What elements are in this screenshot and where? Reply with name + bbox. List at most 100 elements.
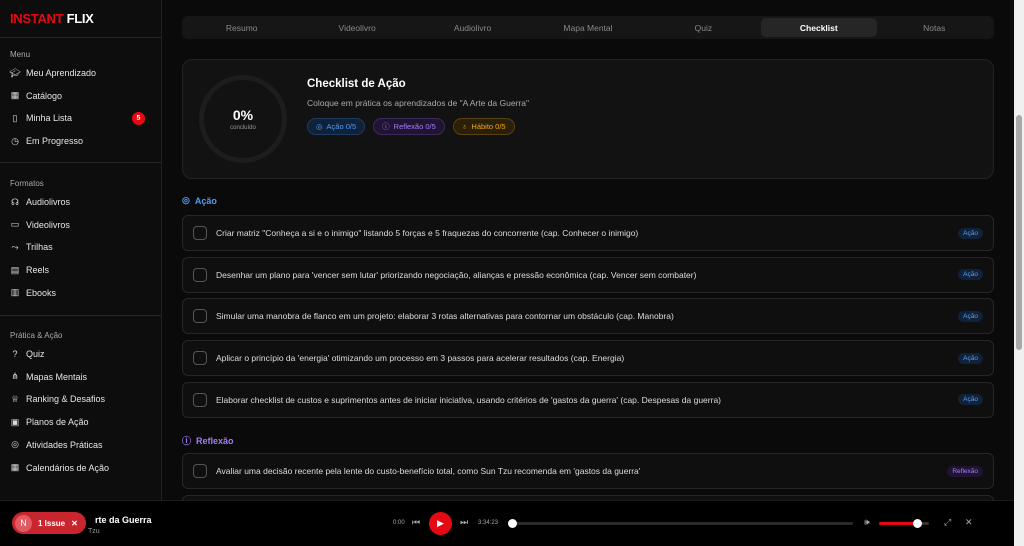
book-icon: ▥ <box>10 287 20 298</box>
sidebar-item-meu-aprendizado[interactable]: 🎓︎ Meu Aprendizado <box>9 64 155 82</box>
checklist-item[interactable]: Simular uma manobra de flanco em um proj… <box>182 298 994 335</box>
sidebar-item-reels[interactable]: ▤ Reels <box>10 261 155 279</box>
tab-audiolivro[interactable]: Audiolivro <box>415 18 530 37</box>
sidebar-item-ranking-desafios[interactable]: ♕ Ranking & Desafios <box>10 390 155 408</box>
sidebar-item-atividades-pr-ticas[interactable]: ◎ Atividades Práticas <box>10 436 155 454</box>
category-tag: Ação <box>958 352 983 364</box>
item-text: Desenhar um plano para 'vencer sem lutar… <box>216 269 697 280</box>
checklist-item[interactable]: Criar matriz "Conheça a si e o inimigo" … <box>182 215 994 251</box>
duration: 3:34:23 <box>478 520 499 526</box>
scrollbar-thumb[interactable] <box>1016 115 1022 350</box>
calendar-icon: ▦ <box>10 462 20 472</box>
tab-checklist[interactable]: Checklist <box>761 18 877 37</box>
checklist-item[interactable]: Desenhar um plano para 'vencer sem lutar… <box>182 256 994 293</box>
checklist-item[interactable]: Aplicar o princípio da 'energia' otimiza… <box>182 340 994 377</box>
category-tag: Reflexão <box>947 465 983 477</box>
item-text: Avaliar uma decisão recente pela lente d… <box>216 466 641 476</box>
target-icon: ◎ <box>11 439 19 450</box>
trophy-icon: ♕ <box>10 393 20 404</box>
page-title: Checklist de Ação <box>307 78 406 90</box>
sidebar-item-em-progresso[interactable]: ◷ Em Progresso <box>10 132 155 150</box>
volume-slider[interactable] <box>879 519 929 528</box>
skip-back-icon[interactable]: ⏮ <box>412 517 420 528</box>
tab-resumo[interactable]: Resumo <box>184 18 299 37</box>
page-subtitle: Coloque em prática os aprendizados de "A… <box>307 98 529 108</box>
reflexao-count-chip: ⓘ Reflexão 0/5 <box>373 118 445 135</box>
checkbox[interactable] <box>193 464 207 478</box>
sidebar-item-audiolivros[interactable]: ☊ Audiolivros <box>10 193 155 211</box>
brain-icon: ⓘ <box>382 122 390 131</box>
bookmark-icon: ▯ <box>12 112 18 123</box>
progress-knob[interactable] <box>508 519 517 528</box>
tab-bar: Resumo Videolivro Audiolivro Mapa Mental Qui… <box>182 16 994 39</box>
sidebar-section-title: Formatos <box>10 179 44 188</box>
sidebar-section-title: Prática & Ação <box>10 331 63 340</box>
headphones-icon: ☊ <box>11 196 19 207</box>
sidebar-item-minha-lista[interactable]: ▯ Minha Lista 5 <box>10 109 155 127</box>
graduation-cap-icon: 🎓︎ <box>9 67 21 78</box>
target-icon: ◎ <box>182 195 190 205</box>
video-icon: ▭ <box>10 219 20 230</box>
target-icon: ◎ <box>316 122 323 131</box>
tab-videolivro[interactable]: Videolivro <box>299 18 414 37</box>
checkbox[interactable] <box>193 351 207 366</box>
checklist-item[interactable]: Elaborar checklist de custos e supriment… <box>182 381 994 418</box>
section-reflexao-title: ⓘ Reflexão <box>182 435 234 447</box>
issue-badge[interactable]: N1 Issue ✕ <box>12 512 86 534</box>
scrollbar[interactable] <box>1014 0 1024 546</box>
sidebar-item-videolivros[interactable]: ▭ Videolivros <box>10 216 155 234</box>
network-icon: ⋔ <box>11 371 19 382</box>
volume-knob[interactable] <box>912 519 922 528</box>
checkbox[interactable] <box>193 392 207 407</box>
sidebar-item-ebooks[interactable]: ▥ Ebooks <box>10 284 155 302</box>
play-button[interactable]: ▶ <box>429 512 452 535</box>
checklist-header-card: 0% concluído Checklist de Ação Coloque e… <box>182 59 994 179</box>
issue-avatar: N <box>15 514 32 532</box>
progress-slider[interactable] <box>508 519 853 528</box>
item-text: Criar matriz "Conheça a si e o inimigo" … <box>216 228 639 238</box>
progress-label: concluído <box>230 125 256 131</box>
divider <box>0 162 161 163</box>
sidebar-item-planos-de-a-o[interactable]: ▣ Planos de Ação <box>10 413 155 431</box>
sidebar-item-mapas-mentais[interactable]: ⋔ Mapas Mentais <box>10 368 155 386</box>
main-content: Resumo Videolivro Audiolivro Mapa Mental Qui… <box>162 0 1014 500</box>
checkbox[interactable] <box>193 267 207 282</box>
checkbox[interactable] <box>193 309 207 324</box>
help-circle-icon: ? <box>12 349 18 359</box>
audio-player: rte da Guerra Tzu N1 Issue ✕ 0:00 ⏮ ▶ ⏭ 3… <box>0 500 1014 546</box>
sidebar-section-title: Menu <box>10 50 31 59</box>
sidebar-item-quiz[interactable]: ? Quiz <box>10 345 155 363</box>
checkbox[interactable] <box>193 226 207 240</box>
checklist-item[interactable]: Avaliar uma decisão recente pela lente d… <box>182 453 994 489</box>
close-icon[interactable]: ✕ <box>71 519 78 528</box>
tab-quiz[interactable]: Quiz <box>646 18 761 37</box>
clipboard-icon: ▣ <box>10 416 20 427</box>
category-tag: Ação <box>958 394 983 406</box>
volume-icon[interactable]: 🕪 <box>864 517 870 528</box>
divider <box>0 37 161 38</box>
item-text: Aplicar o princípio da 'energia' otimiza… <box>216 353 625 364</box>
sidebar-item-cat-logo[interactable]: ▦ Catálogo <box>10 87 155 105</box>
count-badge: 5 <box>132 112 145 126</box>
current-time: 0:00 <box>393 520 405 526</box>
player-author: Tzu <box>88 528 100 535</box>
sidebar-item-trilhas[interactable]: ⤳ Trilhas <box>10 238 155 256</box>
route-icon: ⤳ <box>11 241 19 252</box>
habito-count-chip: ♁ Hábito 0/5 <box>452 118 515 135</box>
play-icon: ▶ <box>437 518 444 528</box>
category-tag: Ação <box>958 227 983 239</box>
film-icon: ▤ <box>10 264 20 275</box>
grid-icon: ▦ <box>10 90 20 101</box>
tab-notas[interactable]: Notas <box>877 18 992 37</box>
close-player-icon[interactable]: ✕ <box>965 517 973 528</box>
section-acao-title: ◎ Ação <box>182 195 217 206</box>
sidebar-item-calend-rios-de-a-o[interactable]: ▦ Calendários de Ação <box>10 459 155 477</box>
volume-fill <box>879 522 917 525</box>
brain-icon: ⓘ <box>182 436 192 446</box>
tab-mapa-mental[interactable]: Mapa Mental <box>530 18 645 37</box>
logo[interactable]: INSTANT FLIX <box>10 11 94 26</box>
skip-forward-icon[interactable]: ⏭ <box>460 517 468 528</box>
expand-icon[interactable]: ⤢ <box>944 517 951 528</box>
category-tag: Ação <box>958 310 983 322</box>
player-title: rte da Guerra <box>95 515 152 525</box>
